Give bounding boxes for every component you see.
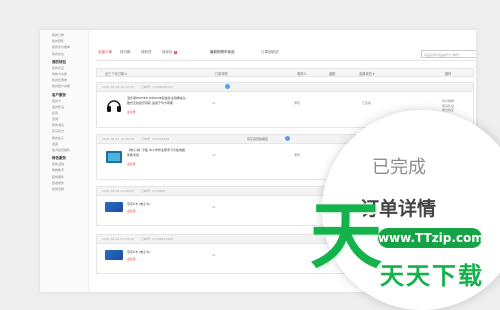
col-user: 收货人 xyxy=(297,72,307,76)
product-quantity: x1 xyxy=(212,101,216,105)
product-tag: 卖家送 xyxy=(127,110,136,114)
col-amount: 金额 xyxy=(329,72,336,76)
sidebar-group: 我的钱包 我的京豆 购物卡余额 我的优惠券 我的账户余额 xyxy=(52,59,88,90)
tab-pending-payment[interactable]: 待付款 xyxy=(120,50,131,55)
product-tag: 卖家送 xyxy=(127,257,136,261)
review-count-badge: 1 xyxy=(173,51,178,54)
sidebar: 我的订单 我的预售 我的评价晒单 我的关注 我的钱包 我的京豆 购物卡余额 我的优惠券 我的账户… xyxy=(40,30,89,292)
order-user: 李晓 xyxy=(294,153,301,157)
order-number: 订单号: 47398454906 xyxy=(141,237,173,241)
product-title[interactable]: 京东E卡 (电子卡) xyxy=(127,250,187,255)
product-title[interactable]: 【电子书】平板 中小学作业帮学习平板电脑 家教专用 xyxy=(127,148,187,157)
order-number: 订单号: 47098946531 xyxy=(141,85,173,89)
magnified-status: 已完成 xyxy=(372,157,426,178)
order-ops: 评价晒单 申请售后 再次购买 xyxy=(442,99,454,113)
watermark-url: www.TTzip.com xyxy=(378,228,484,248)
sidebar-group: 客户服务 我的卡 退款售后 投诉 咨询 我的消息 京东积分 我的盒子 发票 官方会员福利 xyxy=(52,92,88,154)
product-quantity: x1 xyxy=(212,253,216,257)
order-date: 2021-04-16 22:06:25 xyxy=(102,189,134,193)
sidebar-item[interactable]: 我的账户余额 xyxy=(52,83,88,89)
product-thumbnail-headphones[interactable] xyxy=(105,97,123,113)
review-link[interactable]: 评价晒单 xyxy=(442,99,454,104)
status-filter-select[interactable]: 全部状态 ▾ xyxy=(359,71,374,76)
order-header: 2021-04-18 10:12:35 订单号: 47098946531 xyxy=(97,83,473,92)
sidebar-item[interactable]: 我的关注 xyxy=(52,51,88,57)
sidebar-group: 特色服务 我的活动 购物助手 装修服务 回收服务 我的定制 xyxy=(52,155,88,192)
sidebar-group: 我的订单 我的预售 我的评价晒单 我的关注 xyxy=(52,32,88,57)
chat-icon[interactable] xyxy=(225,84,230,89)
order-table-header: 近三个月订单 ▾ 订单详情 收货人 金额 全部状态 ▾ 操作 xyxy=(96,68,474,77)
chat-icon[interactable] xyxy=(285,136,290,141)
product-quantity: x1 xyxy=(212,153,216,157)
product-thumbnail-tablet[interactable] xyxy=(105,149,123,165)
sidebar-item[interactable]: 官方会员福利 xyxy=(52,147,88,153)
tab-recent-cart[interactable]: 最新购物车商品 xyxy=(210,50,235,55)
product-title[interactable]: 京东E卡 (电子卡) xyxy=(127,202,187,207)
sidebar-item[interactable]: 我的定制 xyxy=(52,186,88,192)
tab-recycle-bin[interactable]: 订单回收站 xyxy=(261,50,279,55)
order-user: 李晓 xyxy=(294,101,301,105)
product-thumbnail-ecard[interactable] xyxy=(105,250,123,260)
col-ops: 操作 xyxy=(445,72,452,76)
product-quantity: x1 xyxy=(212,205,216,209)
order-date: 2021-04-18 10:12:35 xyxy=(102,85,134,89)
col-details: 订单详情 xyxy=(215,72,228,76)
product-tag: 卖家送 xyxy=(127,162,136,166)
time-filter-select[interactable]: 近三个月订单 ▾ xyxy=(105,71,127,76)
watermark-logo: 天 xyxy=(310,194,383,278)
product-tag: 卖家送 xyxy=(127,209,136,213)
tab-pending-receipt[interactable]: 待收货 xyxy=(141,50,152,55)
order-number: 订单号: 474094566 xyxy=(141,137,170,141)
order-search-input[interactable]: 商品名称/商品编号/订单号 xyxy=(421,50,476,58)
order-date: 2021-04-12 07:03:06 xyxy=(102,237,134,241)
order-tabs: 全部订单 待付款 待收货 待评价 1 最新购物车商品 订单回收站 xyxy=(96,48,474,61)
product-title[interactable]: 漫步者EDIFIER W820NB双金标主动降噪头戴式无线蓝牙耳机 适用于华为苹… xyxy=(127,96,187,105)
shop-name[interactable]: 京东自营旗舰店 xyxy=(247,137,268,141)
product-thumbnail-ecard[interactable] xyxy=(105,202,123,212)
tab-all-orders[interactable]: 全部订单 xyxy=(98,50,112,55)
tab-pending-review[interactable]: 待评价 1 xyxy=(162,50,178,55)
order-status: 已完成 xyxy=(362,101,372,105)
order-date: 2021-04-17 12:25:44 xyxy=(102,137,134,141)
watermark-text: 天天下载 xyxy=(380,262,484,290)
order-number: 订单号: 4739845 xyxy=(141,189,166,193)
